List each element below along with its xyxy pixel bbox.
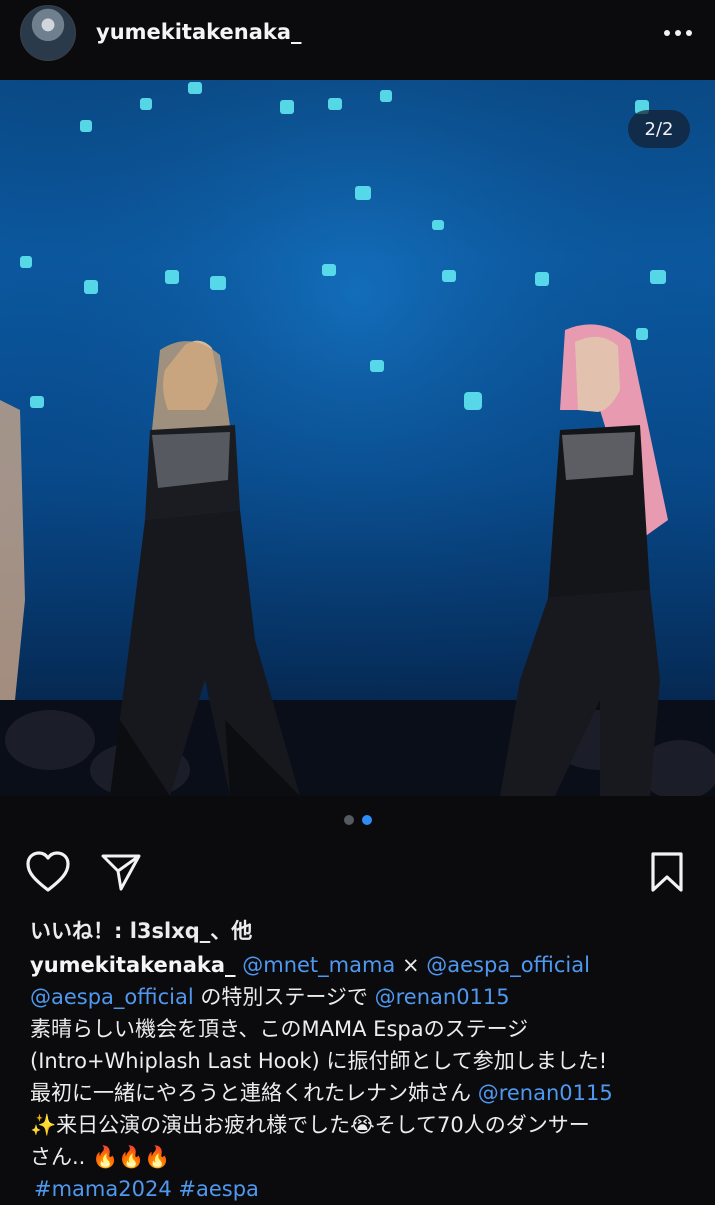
- mention-mnet-mama[interactable]: @mnet_mama: [242, 953, 395, 977]
- stage-photo: [0, 80, 715, 796]
- caption-line: さん.. 🔥🔥🔥: [30, 1145, 171, 1169]
- hashtag-mama2024[interactable]: #mama2024: [34, 1177, 172, 1201]
- mention-renan0115-2[interactable]: @renan0115: [478, 1081, 613, 1105]
- post-caption: いいね！: l3slxq_、他 yumekitakenaka_ @mnet_ma…: [30, 915, 700, 1205]
- carousel-dot[interactable]: [343, 815, 354, 825]
- caption-separator: ×: [395, 953, 427, 977]
- caption-line: ✨来日公演の演出お疲れ様でした😭そして70人のダンサー: [30, 1113, 590, 1137]
- caption-line: 素晴らしい機会を頂き、このMAMA Espaのステージ: [30, 1017, 529, 1041]
- more-horizontal-icon[interactable]: [663, 22, 693, 44]
- caption-line: 最初に一緒にやろうと連絡くれたレナン姉さん: [30, 1081, 478, 1105]
- hashtag-aespa[interactable]: #aespa: [178, 1177, 259, 1201]
- carousel-indicator: [0, 815, 715, 831]
- likes-summary[interactable]: いいね！: l3slxq_、他: [30, 915, 700, 947]
- caption-text: の特別ステージで: [193, 985, 375, 1009]
- image-counter: 2/2: [628, 110, 690, 148]
- mention-aespa-official[interactable]: @aespa_official: [426, 953, 590, 977]
- caption-line: (Intro+Whiplash Last Hook) に振付師として参加しました…: [30, 1049, 608, 1073]
- bookmark-icon[interactable]: [648, 850, 686, 898]
- avatar[interactable]: [20, 5, 76, 61]
- send-icon[interactable]: [100, 850, 142, 896]
- carousel-dot-active[interactable]: [361, 815, 372, 825]
- mention-aespa-official-2[interactable]: @aespa_official: [30, 985, 194, 1009]
- post-header: yumekitakenaka_: [0, 0, 715, 80]
- header-username[interactable]: yumekitakenaka_: [96, 20, 302, 44]
- action-bar: [0, 850, 715, 898]
- caption-username[interactable]: yumekitakenaka_: [30, 953, 236, 977]
- post-media-image[interactable]: 2/2: [0, 80, 715, 796]
- heart-icon[interactable]: [25, 850, 71, 898]
- mention-renan0115[interactable]: @renan0115: [375, 985, 510, 1009]
